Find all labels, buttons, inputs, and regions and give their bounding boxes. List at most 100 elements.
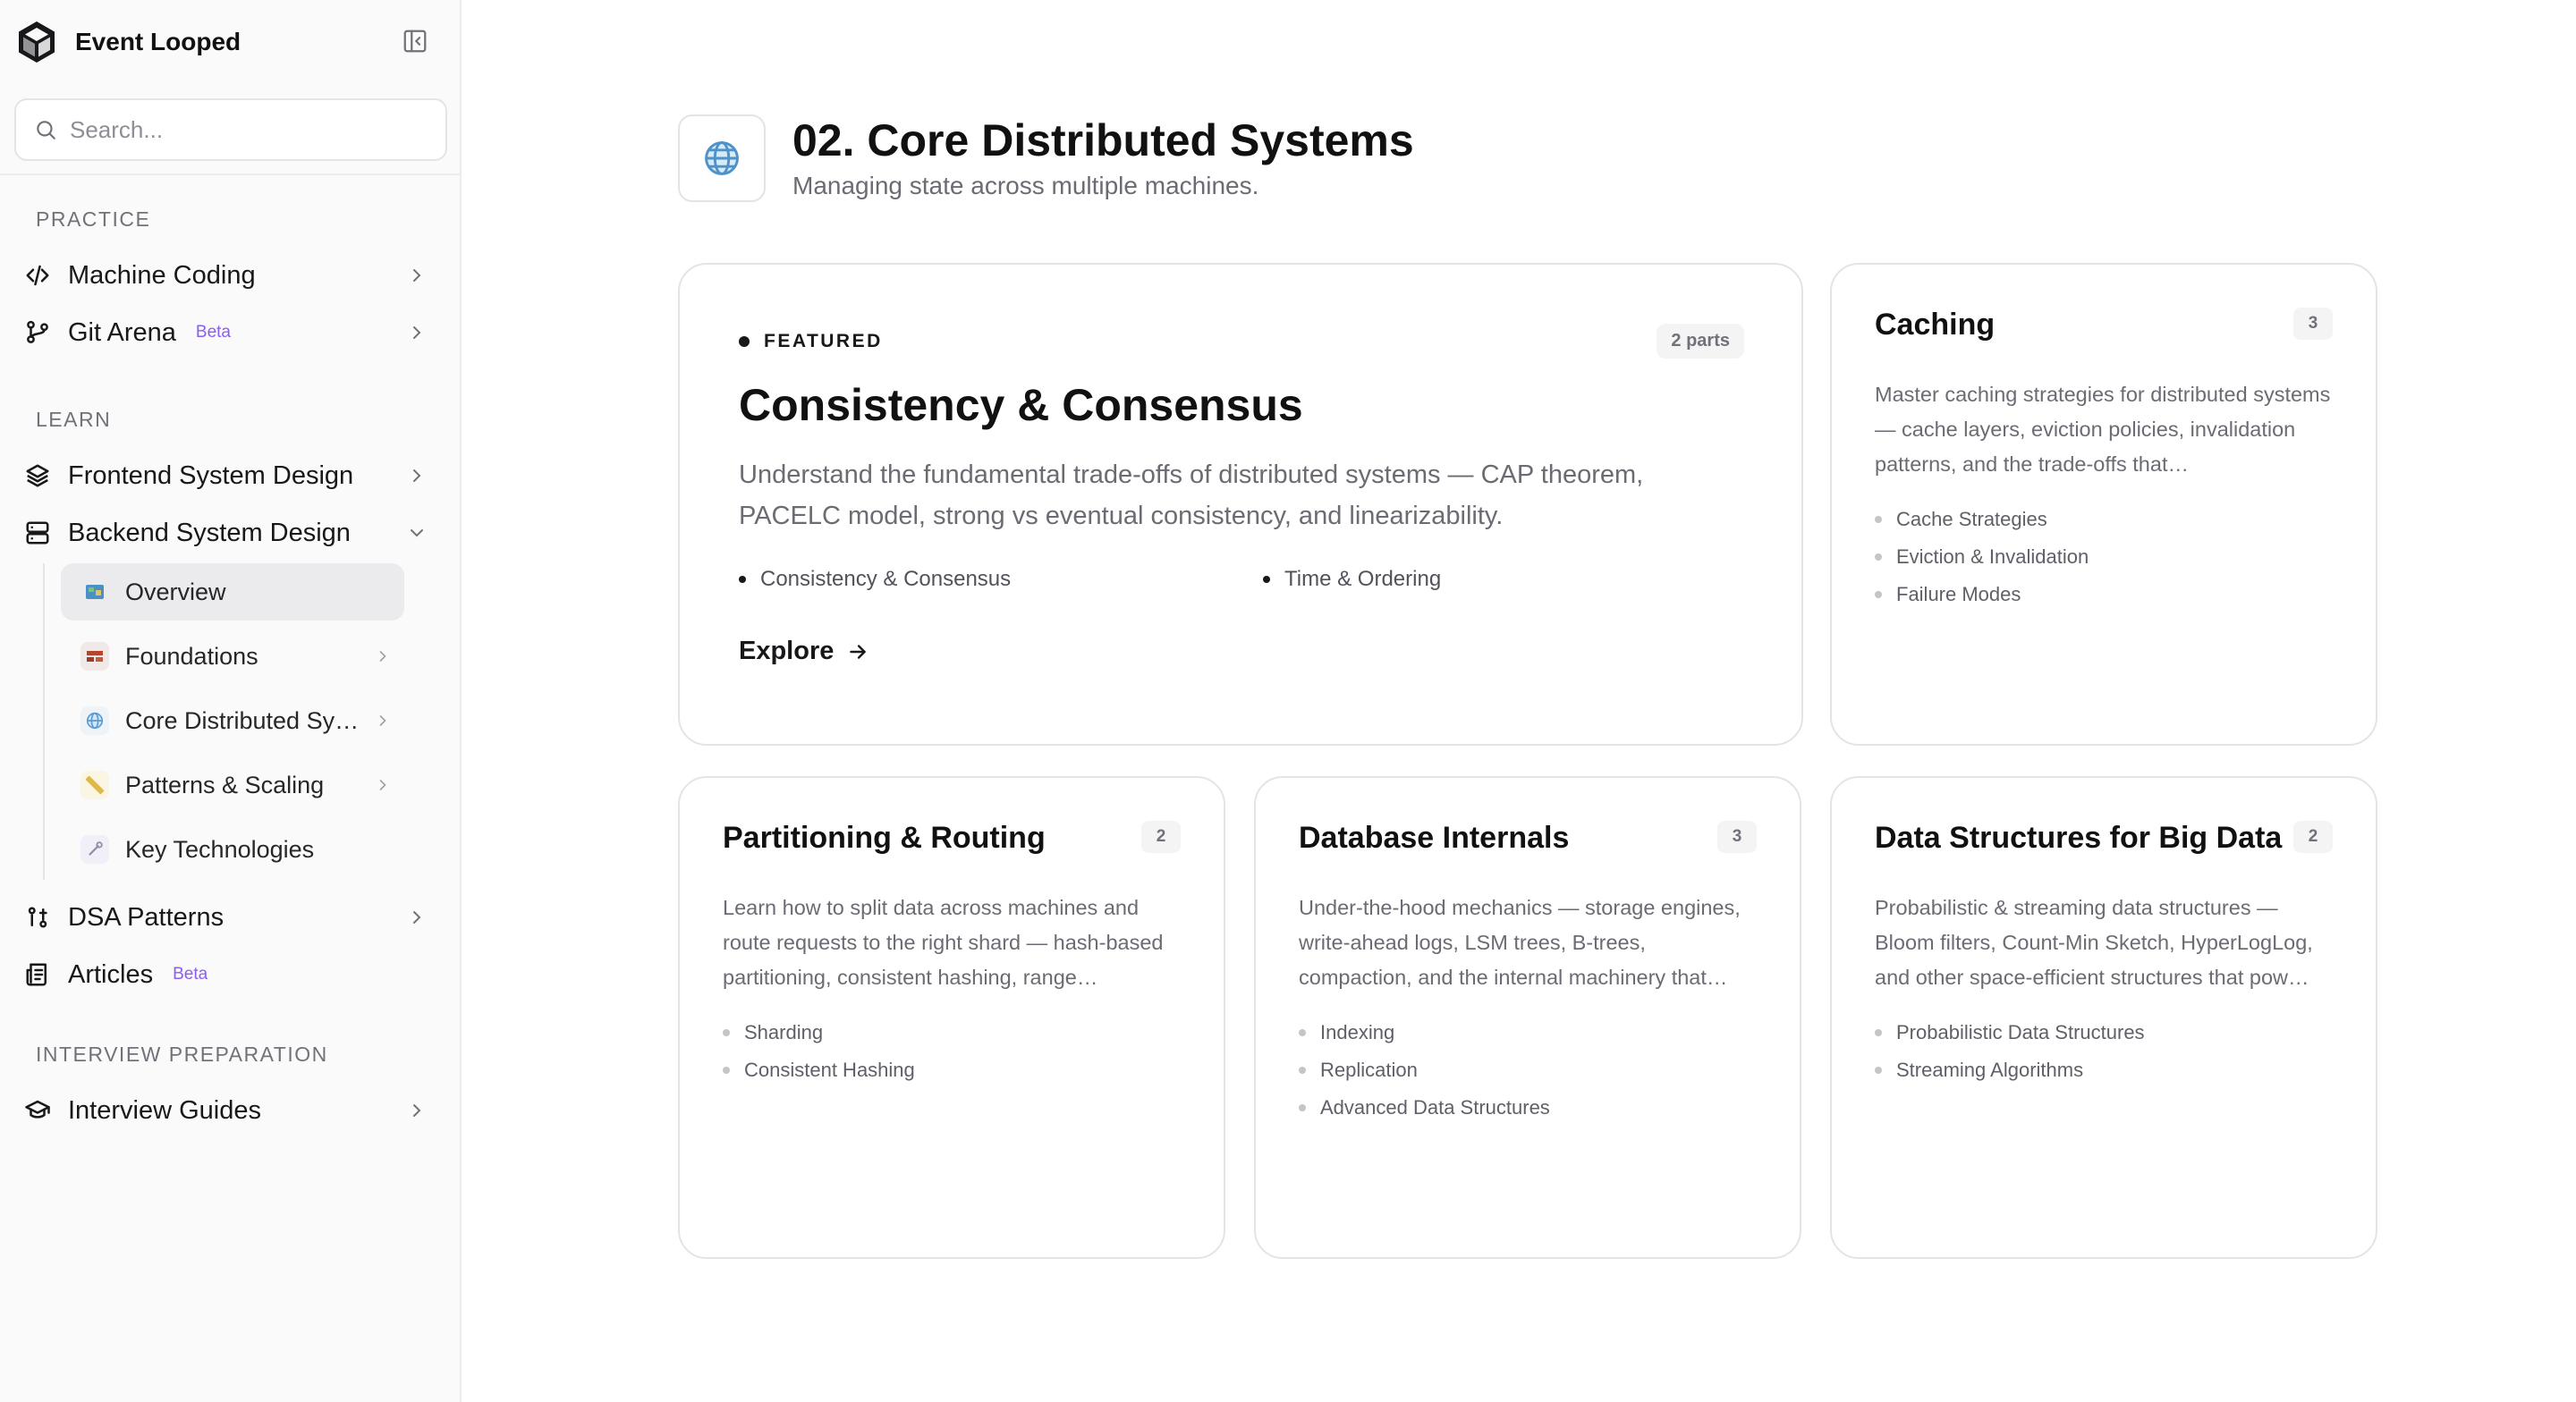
chevron-right-icon [370,708,395,733]
nav-item-label: Machine Coding [68,260,256,290]
topic-label: Sharding [744,1021,824,1043]
topic-card-database-internals[interactable]: Database Internals 3 Under-the-hood mech… [1254,776,1801,1259]
bullet-dot [739,576,746,583]
bullet-dot [1875,553,1882,561]
bullet-dot [1263,576,1270,583]
bullet-dot [1299,1104,1306,1111]
explore-link[interactable]: Explore [739,637,869,666]
card-title: Caching [1875,308,1996,342]
nav-item-label: Articles [68,959,154,989]
sub-item-core-distributed-systems[interactable]: Core Distributed Sy… [61,692,404,749]
articles-icon [21,959,54,991]
topic-label: Advanced Data Structures [1320,1096,1550,1119]
search-input[interactable] [70,115,428,144]
sidebar-toggle-icon [403,30,427,53]
topic-label: Consistency & Consensus [760,567,1012,591]
nav-item-dsa-patterns[interactable]: DSA Patterns [21,892,433,942]
wrench-icon [80,835,109,864]
sub-item-overview[interactable]: Overview [61,563,404,621]
chevron-right-icon [401,460,433,492]
chevron-right-icon [401,901,433,933]
bullet-dot [1299,1029,1306,1036]
chevron-right-icon [370,773,395,798]
topic-item[interactable]: Probabilistic Data Structures [1875,1014,2145,1052]
bullet-dot [723,1067,730,1074]
bullet-dot [739,336,750,347]
arrow-right-icon [850,644,867,659]
graduation-cap-icon [21,1094,54,1127]
git-branch-icon [21,317,54,349]
topic-item[interactable]: Sharding [723,1014,915,1052]
logo-icon [19,21,55,63]
chevron-right-icon [401,317,433,349]
topic-item[interactable]: Indexing [1299,1014,1550,1052]
ruler-icon [80,771,109,799]
topic-card-partitioning-routing[interactable]: Partitioning & Routing 2 Learn how to sp… [678,776,1225,1259]
topic-label: Eviction & Invalidation [1896,545,2089,568]
card-title: Data Structures for Big Data [1875,821,2283,855]
nav-item-git-arena[interactable]: Git Arena Beta [21,308,433,358]
page-title: 02. Core Distributed Systems [792,115,1414,165]
topic-item[interactable]: Consistent Hashing [723,1052,915,1089]
sub-item-label: Patterns & Scaling [125,771,325,798]
nav-item-label: Frontend System Design [68,460,354,490]
nav-item-articles[interactable]: Articles Beta [21,950,433,1000]
brand[interactable]: Event Looped [14,18,241,66]
collapse-sidebar-button[interactable] [399,25,431,57]
count-badge: 3 [2293,308,2333,340]
bullet-dot [1299,1067,1306,1074]
card-description: Probabilistic & streaming data structure… [1875,896,2313,989]
search-box[interactable] [14,98,447,161]
topic-item[interactable]: Failure Modes [1875,576,2089,613]
sub-item-key-technologies[interactable]: Key Technologies [61,821,404,878]
submenu-guide-line [43,563,45,880]
sub-item-label: Overview [125,578,226,605]
page-subtitle: Managing state across multiple machines. [792,172,1259,199]
nav-item-interview-guides[interactable]: Interview Guides [21,1085,433,1136]
card-title: Partitioning & Routing [723,821,1046,855]
server-icon [21,517,54,549]
featured-tag: FEATURED [739,331,883,352]
topic-item[interactable]: Cache Strategies [1875,501,2089,538]
card-title: Database Internals [1299,821,1570,855]
section-label-interview-preparation: INTERVIEW PREPARATION [36,1043,328,1066]
featured-label: FEATURED [764,331,883,351]
chevron-down-icon [401,517,433,549]
sub-item-patterns-scaling[interactable]: Patterns & Scaling [61,756,404,814]
nav-item-backend-system-design[interactable]: Backend System Design [21,508,433,558]
chevron-right-icon [370,644,395,669]
topic-item[interactable]: Eviction & Invalidation [1875,538,2089,576]
topic-item[interactable]: Streaming Algorithms [1875,1052,2145,1089]
layers-icon [21,460,54,492]
featured-card[interactable]: FEATURED 2 parts Consistency & Consensus… [678,263,1803,746]
topic-label: Streaming Algorithms [1896,1059,2084,1081]
topic-card-caching[interactable]: Caching 3 Master caching strategies for … [1830,263,2377,746]
globe-icon [678,114,766,202]
count-badge: 2 [1141,821,1181,853]
featured-title: Consistency & Consensus [739,380,1303,430]
card-topics: Indexing Replication Advanced Data Struc… [1299,1014,1550,1127]
featured-topics: Consistency & Consensus Time & Ordering [739,567,1723,603]
topic-item[interactable]: Consistency & Consensus [739,567,1011,592]
nav-item-machine-coding[interactable]: Machine Coding [21,250,433,300]
topic-card-data-structures-big-data[interactable]: Data Structures for Big Data 2 Probabili… [1830,776,2377,1259]
featured-description: Understand the fundamental trade-offs of… [739,460,1644,530]
explore-label: Explore [739,637,835,665]
sub-item-foundations[interactable]: Foundations [61,628,404,685]
dsa-icon [21,901,54,933]
bullet-dot [1875,516,1882,523]
beta-badge: Beta [173,965,208,984]
topic-item[interactable]: Advanced Data Structures [1299,1089,1550,1127]
nav-item-frontend-system-design[interactable]: Frontend System Design [21,451,433,501]
topic-item[interactable]: Time & Ordering [1263,567,1441,592]
nav-item-label: Interview Guides [68,1095,261,1125]
topic-label: Indexing [1320,1021,1395,1043]
topic-label: Consistent Hashing [744,1059,915,1081]
card-topics: Probabilistic Data Structures Streaming … [1875,1014,2145,1089]
topic-item[interactable]: Replication [1299,1052,1550,1089]
count-badge: 2 [2293,821,2333,853]
sub-item-label: Foundations [125,642,258,670]
topic-label: Failure Modes [1896,583,2021,605]
topic-label: Probabilistic Data Structures [1896,1021,2145,1043]
bullet-dot [1875,591,1882,598]
